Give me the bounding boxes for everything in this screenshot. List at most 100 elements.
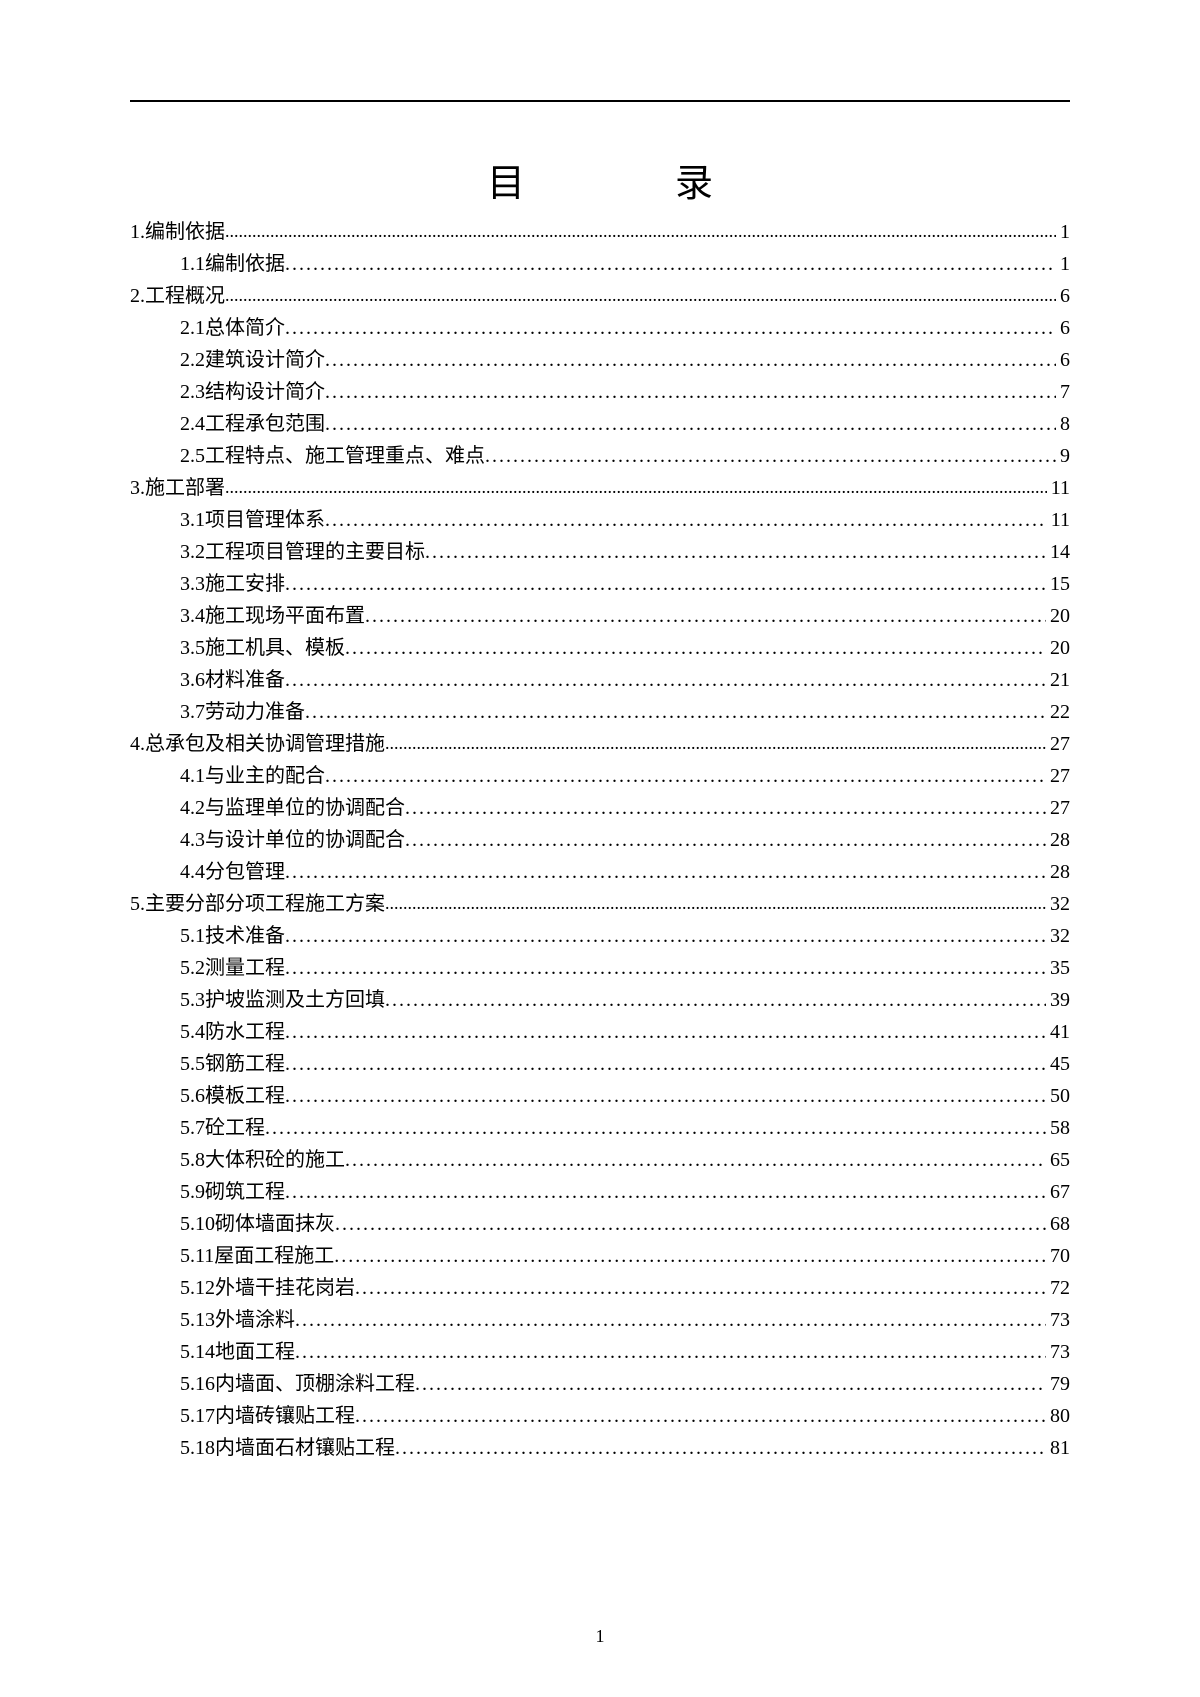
toc-entry-label: 3.3施工安排 [180,569,285,599]
toc-entry: 5.6模板工程.................................… [130,1081,1070,1111]
toc-leader-dots: ........................................… [295,1337,1046,1367]
toc-entry: 2.工程概况..................................… [130,281,1070,311]
toc-entry: 3.3施工安排.................................… [130,569,1070,599]
toc-entry-page: 58 [1046,1113,1070,1143]
toc-leader-dots: ........................................… [305,697,1046,727]
toc-leader-dots: ........................................… [355,1273,1046,1303]
toc-leader-dots: ........................................… [285,1177,1046,1207]
toc-entry: 4.4分包管理.................................… [130,857,1070,887]
toc-leader-dots: ........................................… [485,441,1056,471]
toc-entry: 2.4工程承包范围...............................… [130,409,1070,439]
toc-entry: 2.5工程特点、施工管理重点、难点.......................… [130,441,1070,471]
toc-entry: 5.5钢筋工程.................................… [130,1049,1070,1079]
toc-entry: 5.17内墙砖镶贴工程.............................… [130,1401,1070,1431]
toc-entry: 1.1编制依据.................................… [130,249,1070,279]
toc-entry: 4.3与设计单位的协调配合...........................… [130,825,1070,855]
toc-entry: 5.18内墙面石材镶贴工程...........................… [130,1433,1070,1463]
toc-entry: 5.12外墙干挂花岗岩.............................… [130,1273,1070,1303]
toc-entry-label: 5.8大体积砼的施工 [180,1145,345,1175]
toc-entry-label: 3.7劳动力准备 [180,697,305,727]
toc-entry-label: 5.6模板工程 [180,1081,285,1111]
toc-entry-label: 4.4分包管理 [180,857,285,887]
toc-leader-dots: ........................................… [345,1145,1046,1175]
toc-leader-dots: ........................................… [285,313,1056,343]
toc-entry-label: 5.12外墙干挂花岗岩 [180,1273,355,1303]
toc-entry-page: 73 [1046,1305,1070,1335]
header-rule [130,100,1070,102]
toc-entry-label: 4.1与业主的配合 [180,761,325,791]
page-number: 1 [0,1626,1200,1647]
toc-entry: 5.主要分部分项工程施工方案..........................… [130,889,1070,919]
toc-entry-label: 3.1项目管理体系 [180,505,325,535]
toc-entry-label: 3.施工部署 [130,473,225,503]
toc-leader-dots: ........................................… [325,761,1046,791]
toc-entry-page: 39 [1046,985,1070,1015]
toc-entry-label: 5.主要分部分项工程施工方案 [130,889,385,919]
toc-entry: 5.8大体积砼的施工..............................… [130,1145,1070,1175]
toc-entry: 3.施工部署..................................… [130,473,1070,503]
toc-entry-label: 2.3结构设计简介 [180,377,325,407]
toc-entry-label: 5.5钢筋工程 [180,1049,285,1079]
toc-entry-label: 5.9砌筑工程 [180,1177,285,1207]
toc-leader-dots: ........................................… [285,249,1056,279]
toc-entry-page: 41 [1046,1017,1070,1047]
toc-entry-label: 5.13外墙涂料 [180,1305,295,1335]
toc-entry: 5.2测量工程.................................… [130,953,1070,983]
toc-entry-page: 15 [1046,569,1070,599]
toc-entry: 5.16内墙面、顶棚涂料工程..........................… [130,1369,1070,1399]
toc-entry-label: 4.总承包及相关协调管理措施 [130,729,385,759]
toc-entry-page: 9 [1056,441,1070,471]
toc-leader-dots: ........................................… [285,569,1046,599]
toc-entry: 3.1项目管理体系...............................… [130,505,1070,535]
toc-entry-page: 27 [1046,793,1070,823]
toc-entry: 5.9砌筑工程.................................… [130,1177,1070,1207]
toc-entry-page: 6 [1056,345,1070,375]
toc-leader-dots: ........................................… [285,1049,1046,1079]
toc-entry: 5.10砌体墙面抹灰..............................… [130,1209,1070,1239]
toc-leader-dots: ........................................… [355,1401,1046,1431]
toc-entry-page: 6 [1056,313,1070,343]
toc-entry-label: 2.2建筑设计简介 [180,345,325,375]
toc-entry-label: 5.4防水工程 [180,1017,285,1047]
toc-entry-page: 1 [1056,249,1070,279]
toc-entry-page: 20 [1046,601,1070,631]
toc-entry: 2.3结构设计简介...............................… [130,377,1070,407]
toc-entry-label: 5.1技术准备 [180,921,285,951]
toc-entry-page: 28 [1046,857,1070,887]
toc-entry: 5.4防水工程.................................… [130,1017,1070,1047]
toc-entry-page: 81 [1046,1433,1070,1463]
toc-entry-page: 79 [1046,1369,1070,1399]
toc-entry: 3.7劳动力准备................................… [130,697,1070,727]
toc-entry: 2.1总体简介.................................… [130,313,1070,343]
toc-entry-page: 27 [1046,761,1070,791]
toc-entry: 5.7砼工程..................................… [130,1113,1070,1143]
toc-entry-page: 20 [1046,633,1070,663]
toc-entry-label: 1.编制依据 [130,217,225,247]
toc-entry: 1.编制依据..................................… [130,217,1070,247]
toc-entry-label: 4.3与设计单位的协调配合 [180,825,405,855]
toc-leader-dots: ........................................… [285,1017,1046,1047]
toc-entry-page: 32 [1046,889,1070,919]
toc-leader-dots: ........................................… [334,1241,1046,1271]
toc-entry-page: 50 [1046,1081,1070,1111]
toc-leader-dots: ........................................… [325,505,1047,535]
toc-entry-label: 5.18内墙面石材镶贴工程 [180,1433,395,1463]
toc-entry-page: 72 [1046,1273,1070,1303]
toc-entry-page: 14 [1046,537,1070,567]
toc-entry: 4.1与业主的配合...............................… [130,761,1070,791]
toc-entry-page: 68 [1046,1209,1070,1239]
toc-entry-label: 3.6材料准备 [180,665,285,695]
toc-entry-label: 5.10砌体墙面抹灰 [180,1209,335,1239]
toc-entry: 5.11屋面工程施工..............................… [130,1241,1070,1271]
toc-entry-label: 2.4工程承包范围 [180,409,325,439]
toc-leader-dots: ........................................… [325,409,1056,439]
table-of-contents: 1.编制依据..................................… [130,217,1070,1463]
toc-entry: 3.2工程项目管理的主要目标..........................… [130,537,1070,567]
toc-leader-dots: ........................................… [345,633,1046,663]
toc-leader-dots: ........................................… [415,1369,1046,1399]
toc-leader-dots: ........................................… [405,793,1046,823]
toc-leader-dots: ........................................… [285,665,1046,695]
toc-leader-dots: ........................................… [265,1113,1046,1143]
toc-entry-label: 3.4施工现场平面布置 [180,601,365,631]
toc-entry-label: 4.2与监理单位的协调配合 [180,793,405,823]
